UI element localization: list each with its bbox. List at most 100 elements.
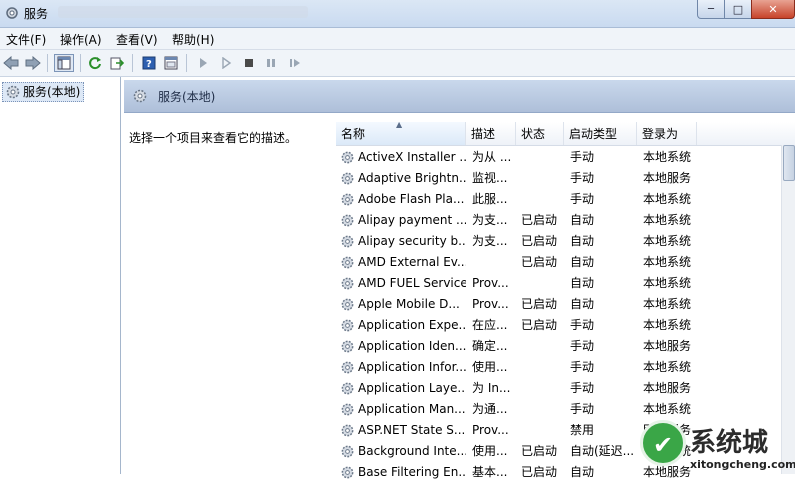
table-row[interactable]: Alipay security b... 为支... 已启动 自动 本地系统 — [336, 231, 782, 252]
service-description: 确定... — [472, 339, 508, 353]
service-status: 已启动 — [521, 297, 558, 311]
service-logon-as: 本地服务 — [643, 171, 692, 185]
menu-help[interactable]: 帮助(H) — [172, 31, 214, 48]
service-gear-icon — [341, 193, 354, 206]
menu-file[interactable]: 文件(F) — [6, 31, 46, 48]
service-name: Alipay security b... — [358, 234, 466, 248]
export-list-button[interactable] — [108, 54, 126, 72]
column-label: 启动类型 — [569, 127, 618, 141]
service-description: 为从 ... — [472, 150, 512, 164]
table-row[interactable]: AMD External Ev... 已启动 自动 本地系统 — [336, 252, 782, 273]
service-status: 已启动 — [521, 213, 558, 227]
table-row[interactable]: AMD FUEL Service Prov... 自动 本地系统 — [336, 273, 782, 294]
service-name: Adobe Flash Pla... — [358, 192, 465, 206]
service-name: Application Laye... — [358, 381, 466, 395]
back-arrow-icon — [3, 56, 19, 70]
service-description: 为支... — [472, 213, 508, 227]
watermark-logo-icon: ✔ — [640, 420, 686, 466]
service-logon-as: 本地服务 — [643, 381, 692, 395]
close-button[interactable]: ✕ — [751, 0, 795, 19]
service-gear-icon — [341, 361, 354, 374]
service-status: 已启动 — [521, 234, 558, 248]
table-row[interactable]: Adobe Flash Pla... 此服... 手动 本地系统 — [336, 189, 782, 210]
service-description: 监视... — [472, 171, 508, 185]
service-name: AMD FUEL Service — [358, 276, 466, 290]
tree-item-services-local[interactable]: 服务(本地) — [2, 82, 85, 102]
service-startup-type: 自动 — [570, 234, 595, 248]
column-header-name[interactable]: ▲ 名称 — [336, 121, 466, 145]
table-row[interactable]: Application Laye... 为 In... 手动 本地服务 — [336, 378, 782, 399]
service-gear-icon — [341, 256, 354, 269]
refresh-button[interactable] — [86, 54, 104, 72]
forward-button[interactable] — [24, 54, 42, 72]
service-status: 已启动 — [521, 465, 558, 479]
service-name: Application Man... — [358, 402, 466, 416]
service-gear-icon — [341, 319, 354, 332]
start-service-icon — [200, 58, 207, 68]
service-gear-icon — [341, 298, 354, 311]
back-button[interactable] — [2, 54, 20, 72]
resume-service-button[interactable] — [286, 54, 304, 72]
table-row[interactable]: Application Expe... 在应... 已启动 手动 本地系统 — [336, 315, 782, 336]
service-name: Base Filtering En... — [358, 465, 466, 479]
show-tree-button[interactable] — [54, 54, 74, 72]
forward-arrow-icon — [25, 56, 41, 70]
pause-service-icon — [267, 59, 275, 67]
column-header-logon-as[interactable]: 登录为 — [637, 122, 697, 145]
service-startup-type: 手动 — [570, 318, 595, 332]
service-startup-type: 自动 — [570, 465, 595, 479]
service-status — [521, 336, 567, 357]
table-row[interactable]: Alipay payment ... 为支... 已启动 自动 本地系统 — [336, 210, 782, 231]
start-service-alt-icon — [222, 57, 232, 69]
service-gear-icon — [341, 214, 354, 227]
window-title: 服务 — [24, 7, 49, 21]
service-logon-as: 本地系统 — [643, 297, 692, 311]
help-button[interactable]: ? — [140, 54, 158, 72]
service-status — [521, 189, 567, 210]
toolbar: ? — [0, 50, 795, 77]
menu-view[interactable]: 查看(V) — [116, 31, 158, 48]
service-startup-type: 手动 — [570, 339, 595, 353]
service-gear-icon — [341, 382, 354, 395]
table-row[interactable]: Apple Mobile D... Prov... 已启动 自动 本地系统 — [336, 294, 782, 315]
service-status — [521, 168, 567, 189]
stop-service-button[interactable] — [240, 54, 258, 72]
start-service-button[interactable] — [194, 54, 212, 72]
service-description: Prov... — [472, 297, 509, 311]
column-header-status[interactable]: 状态 — [516, 122, 564, 145]
service-gear-icon — [341, 235, 354, 248]
table-row[interactable]: Application Iden... 确定... 手动 本地服务 — [336, 336, 782, 357]
column-label: 描述 — [471, 127, 496, 141]
description-prompt: 选择一个项目来查看它的描述。 — [129, 131, 298, 145]
service-gear-icon — [341, 466, 354, 479]
table-row[interactable]: Application Man... 为通... 手动 本地系统 — [336, 399, 782, 420]
start-service-alt-button[interactable] — [217, 54, 235, 72]
menu-action[interactable]: 操作(A) — [60, 31, 102, 48]
service-gear-icon — [341, 445, 354, 458]
maximize-button[interactable]: □ — [724, 0, 752, 19]
properties-icon — [164, 56, 178, 70]
service-startup-type: 手动 — [570, 171, 595, 185]
scrollbar-thumb[interactable] — [783, 145, 795, 181]
service-gear-icon — [341, 424, 354, 437]
service-status — [521, 357, 567, 378]
service-logon-as: 本地服务 — [643, 339, 692, 353]
column-header-description[interactable]: 描述 — [466, 122, 516, 145]
properties-button[interactable] — [162, 54, 180, 72]
table-row[interactable]: ActiveX Installer ... 为从 ... 手动 本地系统 — [336, 147, 782, 168]
service-status — [521, 420, 567, 441]
description-panel: 选择一个项目来查看它的描述。 — [124, 113, 336, 474]
table-row[interactable]: Application Infor... 使用... 手动 本地系统 — [336, 357, 782, 378]
watermark-url: xitongcheng.com — [690, 458, 795, 471]
table-row[interactable]: Adaptive Brightn... 监视... 手动 本地服务 — [336, 168, 782, 189]
watermark-text: 系统城 — [690, 428, 769, 458]
service-description: Prov... — [472, 423, 509, 437]
pause-service-button[interactable] — [262, 54, 280, 72]
minimize-button[interactable]: ─ — [697, 0, 725, 19]
tree-item-label: 服务(本地) — [23, 85, 81, 99]
pane-title: 服务(本地) — [158, 90, 216, 104]
column-header-startup-type[interactable]: 启动类型 — [564, 122, 637, 145]
service-name: ActiveX Installer ... — [358, 150, 466, 164]
column-label: 登录为 — [642, 127, 679, 141]
service-logon-as: 本地系统 — [643, 255, 692, 269]
